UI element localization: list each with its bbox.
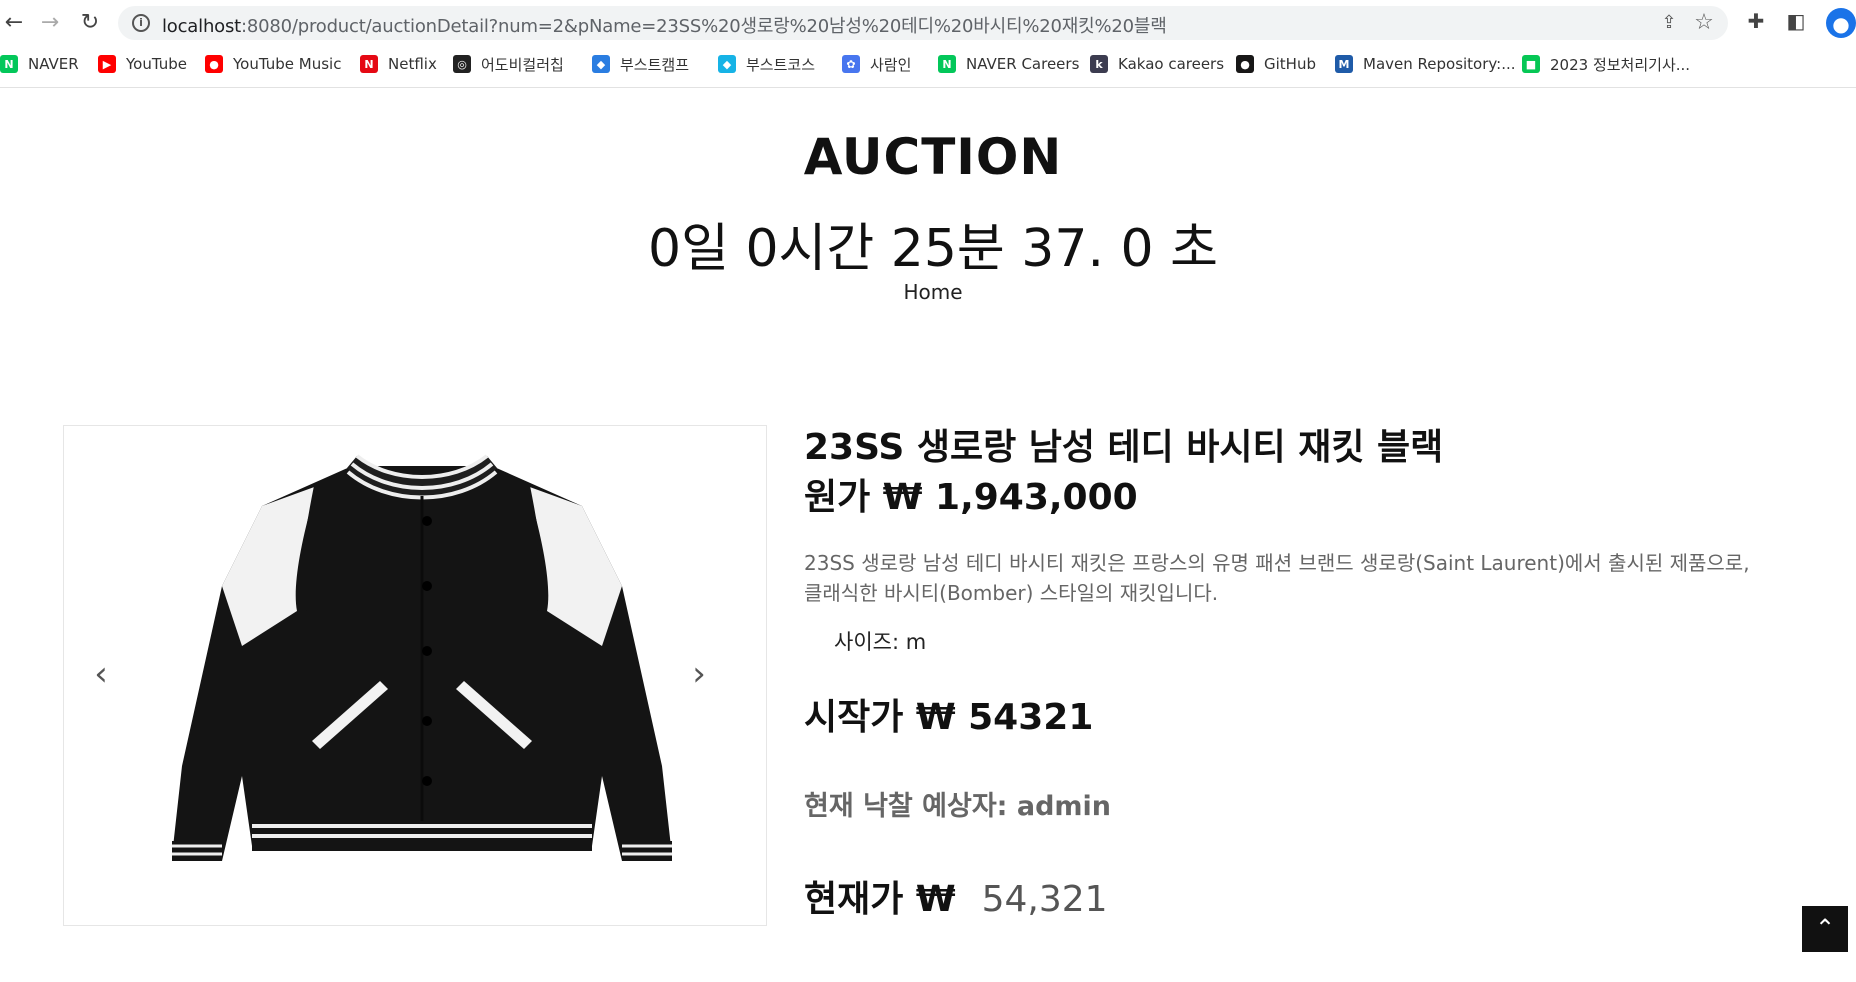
bookmark-label: 부스트캠프 [620,55,690,74]
naver-careers-icon: N [938,55,956,73]
bookmark-8[interactable]: N NAVER Careers [938,50,1079,78]
saramin-icon: ✿ [842,55,860,73]
breadcrumb-home[interactable]: Home [0,280,1856,304]
original-price: 원가 ₩ 1,943,000 [804,477,1138,518]
expected-winner: 현재 낙찰 예상자: admin [804,791,1112,822]
bookmark-label: 사람인 [870,55,912,74]
description-line-1: 23SS 생로랑 남성 테디 바시티 재킷은 프랑스의 유명 패션 브랜드 생로… [804,551,1750,575]
youtube-icon: ▶ [98,55,116,73]
profile-avatar-icon[interactable]: ● [1826,8,1856,38]
bookmark-label: 어도비컬러칩 [481,55,564,74]
bookmark-7[interactable]: ✿ 사람인 [842,50,911,78]
browser-toolbar: ← → ↻ i localhost:8080/product/auctionDe… [0,0,1856,46]
product-image-jacket [172,454,672,861]
bookmark-label: 부스트코스 [746,55,816,74]
site-info-icon[interactable]: i [132,14,150,32]
bookmark-10[interactable]: ● GitHub [1236,50,1316,78]
url-host: localhost [162,16,241,37]
browser-chrome: ← → ↻ i localhost:8080/product/auctionDe… [0,0,1856,88]
product-name: 23SS 생로랑 남성 테디 바시티 재킷 블랙 [804,427,1444,468]
current-price-value: 54,321 [981,879,1108,920]
bookmark-star-icon[interactable]: ☆ [1692,10,1716,35]
bookmark-5[interactable]: ◆ 부스트캠프 [592,50,689,78]
bookmark-label: Kakao careers [1118,55,1225,73]
bookmark-12[interactable]: ■ 2023 정보처리기사... [1522,50,1690,78]
youtube-music-icon: ● [205,55,223,73]
page-content: AUCTION 0일 0시간 25분 37. 0 초 Home ‹ › 23SS… [0,88,1856,982]
bookmark-label: Netflix [388,55,437,73]
url-text[interactable]: localhost:8080/product/auctionDetail?num… [162,12,1167,38]
github-icon: ● [1236,55,1254,73]
bookmark-label: Maven Repository:... [1363,55,1516,73]
start-price: 시작가 ₩ 54321 [804,697,1094,738]
bookmark-label: 2023 정보처리기사... [1550,55,1691,74]
current-price: 현재가 ₩ 54,321 [804,870,1108,922]
maven-icon: M [1335,55,1353,73]
bookmark-label: GitHub [1264,55,1316,73]
bookmark-11[interactable]: M Maven Repository:... [1335,50,1516,78]
boostcamp-icon: ◆ [592,55,610,73]
bookmark-0[interactable]: N NAVER [0,50,79,78]
product-size: 사이즈: m [834,630,927,654]
boostcourse-icon: ◆ [718,55,736,73]
bookmark-3[interactable]: N Netflix [360,50,437,78]
bookmarks-bar: N NAVER ▶ YouTube ● YouTube Music N Netflix ◎ 어도비… [0,50,1856,78]
carousel-prev-button[interactable]: ‹ [86,654,116,694]
adobe-color-icon: ◎ [453,55,471,73]
product-description: 23SS 생로랑 남성 테디 바시티 재킷은 프랑스의 유명 패션 브랜드 생로… [804,548,1814,608]
bookmark-6[interactable]: ◆ 부스트코스 [718,50,815,78]
bookmark-1[interactable]: ▶ YouTube [98,50,187,78]
bookmark-label: NAVER [28,55,79,73]
carousel-next-button[interactable]: › [684,654,714,694]
reload-button[interactable]: ↻ [76,9,104,37]
back-button[interactable]: ← [0,9,28,37]
bookmark-9[interactable]: k Kakao careers [1090,50,1224,78]
current-price-label: 현재가 ₩ [804,879,956,920]
bookmark-label: YouTube Music [233,55,342,73]
bookmark-2[interactable]: ● YouTube Music [205,50,341,78]
bookmark-label: NAVER Careers [966,55,1080,73]
site-title: AUCTION [803,128,1063,186]
description-line-2: 클래식한 바시티(Bomber) 스타일의 재킷입니다. [804,581,1219,605]
bookmark-label: YouTube [126,55,187,73]
back-to-top-button[interactable]: ⌃ [1802,906,1848,952]
product-image-carousel: ‹ › [63,425,767,926]
netflix-icon: N [360,55,378,73]
forward-button[interactable]: → [36,9,64,37]
url-path: :8080/product/auctionDetail?num=2&pName=… [241,16,1167,37]
bookmark-4[interactable]: ◎ 어도비컬러칩 [453,50,564,78]
extensions-icon[interactable]: ✚ [1742,9,1770,37]
auction-countdown: 0일 0시간 25분 37. 0 초 [648,219,1218,279]
address-bar[interactable]: i localhost:8080/product/auctionDetail?n… [118,6,1728,40]
naver-icon: N [0,55,18,73]
kakao-careers-icon: k [1090,55,1108,73]
share-icon[interactable]: ⇪ [1658,12,1680,34]
side-panel-icon[interactable]: ◧ [1782,9,1810,37]
line-icon: ■ [1522,55,1540,73]
